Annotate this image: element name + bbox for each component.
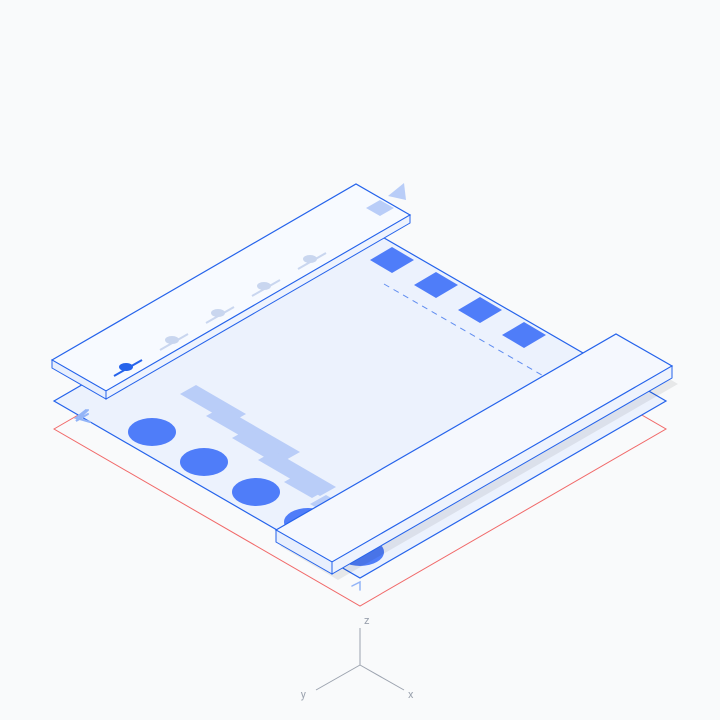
triangle-icon[interactable] [388, 183, 406, 200]
axis-gizmo: z x y [301, 614, 414, 701]
isometric-diagram: z x y [0, 0, 720, 720]
axis-x-label: x [408, 688, 414, 701]
axis-z-label: z [364, 614, 370, 627]
axis-y-label: y [301, 688, 307, 701]
resize-corner-icon [352, 582, 360, 590]
